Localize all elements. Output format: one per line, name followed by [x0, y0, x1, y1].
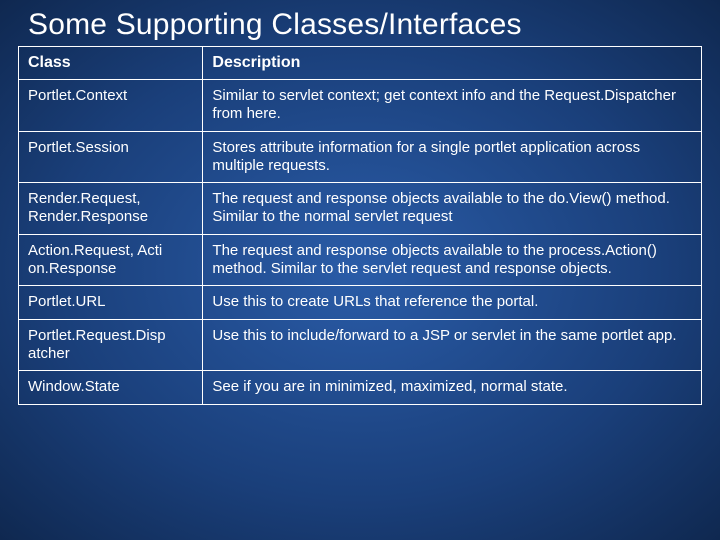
cell-description: The request and response objects availab…: [203, 183, 702, 235]
cell-description: See if you are in minimized, maximized, …: [203, 371, 702, 404]
table-row: Render.Request, Render.Response The requ…: [19, 183, 702, 235]
cell-class: Action.Request, Acti on.Response: [19, 234, 203, 286]
cell-class: Portlet.Session: [19, 131, 203, 183]
cell-description: The request and response objects availab…: [203, 234, 702, 286]
cell-description: Similar to servlet context; get context …: [203, 80, 702, 132]
table-header-row: Class Description: [19, 47, 702, 80]
header-description: Description: [203, 47, 702, 80]
slide: Some Supporting Classes/Interfaces Class…: [0, 0, 720, 540]
cell-description: Use this to include/forward to a JSP or …: [203, 319, 702, 371]
table-row: Portlet.Context Similar to servlet conte…: [19, 80, 702, 132]
table-row: Action.Request, Acti on.Response The req…: [19, 234, 702, 286]
classes-table: Class Description Portlet.Context Simila…: [18, 46, 702, 405]
header-class: Class: [19, 47, 203, 80]
cell-description: Stores attribute information for a singl…: [203, 131, 702, 183]
cell-class: Portlet.Context: [19, 80, 203, 132]
table-row: Portlet.Request.Disp atcher Use this to …: [19, 319, 702, 371]
cell-class: Window.State: [19, 371, 203, 404]
slide-title: Some Supporting Classes/Interfaces: [28, 8, 702, 42]
table-row: Portlet.URL Use this to create URLs that…: [19, 286, 702, 319]
cell-class: Portlet.Request.Disp atcher: [19, 319, 203, 371]
table-row: Window.State See if you are in minimized…: [19, 371, 702, 404]
cell-class: Render.Request, Render.Response: [19, 183, 203, 235]
cell-description: Use this to create URLs that reference t…: [203, 286, 702, 319]
cell-class: Portlet.URL: [19, 286, 203, 319]
table-row: Portlet.Session Stores attribute informa…: [19, 131, 702, 183]
